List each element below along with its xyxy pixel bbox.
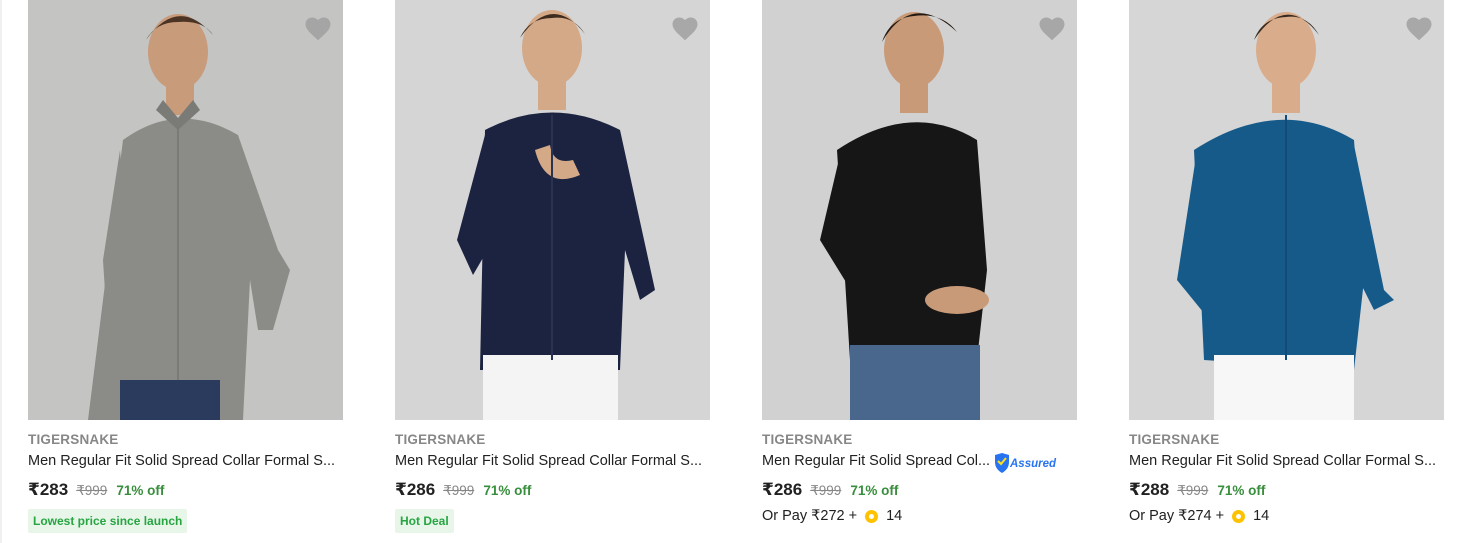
price-row: ₹288 ₹999 71% off — [1129, 480, 1265, 500]
heart-icon[interactable] — [670, 14, 700, 44]
coin-count: 14 — [886, 508, 903, 524]
coin-count: 14 — [1253, 508, 1270, 524]
price-row: ₹283 ₹999 71% off — [28, 480, 164, 500]
discount-label: 71% off — [850, 483, 899, 498]
discount-label: 71% off — [483, 483, 532, 498]
heart-icon[interactable] — [303, 14, 333, 44]
product-brand: TIGERSNAKE — [1129, 432, 1220, 447]
discount-label: 71% off — [1217, 483, 1266, 498]
product-card[interactable]: TIGERSNAKE Men Regular Fit Solid Spread … — [395, 0, 710, 543]
product-brand: TIGERSNAKE — [28, 432, 119, 447]
selling-price: ₹286 — [395, 480, 436, 499]
or-pay-label: Or Pay ₹274 + — [1129, 508, 1225, 524]
selling-price: ₹288 — [1129, 480, 1170, 499]
assured-badge-icon: Assured — [995, 453, 1057, 473]
product-card[interactable]: TIGERSNAKE Men Regular Fit Solid Spread … — [1129, 0, 1444, 543]
supercoin-icon — [1232, 509, 1246, 523]
original-price: ₹999 — [76, 483, 108, 498]
deal-badge: Hot Deal — [395, 509, 454, 533]
page-divider — [0, 0, 2, 543]
product-image[interactable] — [762, 0, 1077, 420]
assured-label: Assured — [1009, 458, 1057, 470]
or-pay-row: Or Pay ₹272 + 14 — [762, 508, 902, 524]
price-row: ₹286 ₹999 71% off — [762, 480, 898, 500]
product-image[interactable] — [1129, 0, 1444, 420]
product-title[interactable]: Men Regular Fit Solid Spread Collar Form… — [1129, 453, 1436, 469]
product-card[interactable]: TIGERSNAKE Men Regular Fit Solid Spread … — [28, 0, 343, 543]
product-title[interactable]: Men Regular Fit Solid Spread Collar Form… — [28, 453, 335, 469]
selling-price: ₹283 — [28, 480, 69, 499]
discount-label: 71% off — [116, 483, 165, 498]
product-brand: TIGERSNAKE — [395, 432, 486, 447]
original-price: ₹999 — [443, 483, 475, 498]
price-row: ₹286 ₹999 71% off — [395, 480, 531, 500]
original-price: ₹999 — [810, 483, 842, 498]
product-title[interactable]: Men Regular Fit Solid Spread Collar Form… — [395, 453, 702, 469]
or-pay-label: Or Pay ₹272 + — [762, 508, 858, 524]
product-brand: TIGERSNAKE — [762, 432, 853, 447]
heart-icon[interactable] — [1037, 14, 1067, 44]
selling-price: ₹286 — [762, 480, 803, 499]
supercoin-icon — [865, 509, 879, 523]
product-card[interactable]: TIGERSNAKE Men Regular Fit Solid Spread … — [762, 0, 1077, 543]
product-image[interactable] — [28, 0, 343, 420]
deal-badge: Lowest price since launch — [28, 509, 188, 533]
product-title[interactable]: Men Regular Fit Solid Spread Col... — [762, 453, 990, 469]
heart-icon[interactable] — [1404, 14, 1434, 44]
original-price: ₹999 — [1177, 483, 1209, 498]
or-pay-row: Or Pay ₹274 + 14 — [1129, 508, 1269, 524]
product-image[interactable] — [395, 0, 710, 420]
